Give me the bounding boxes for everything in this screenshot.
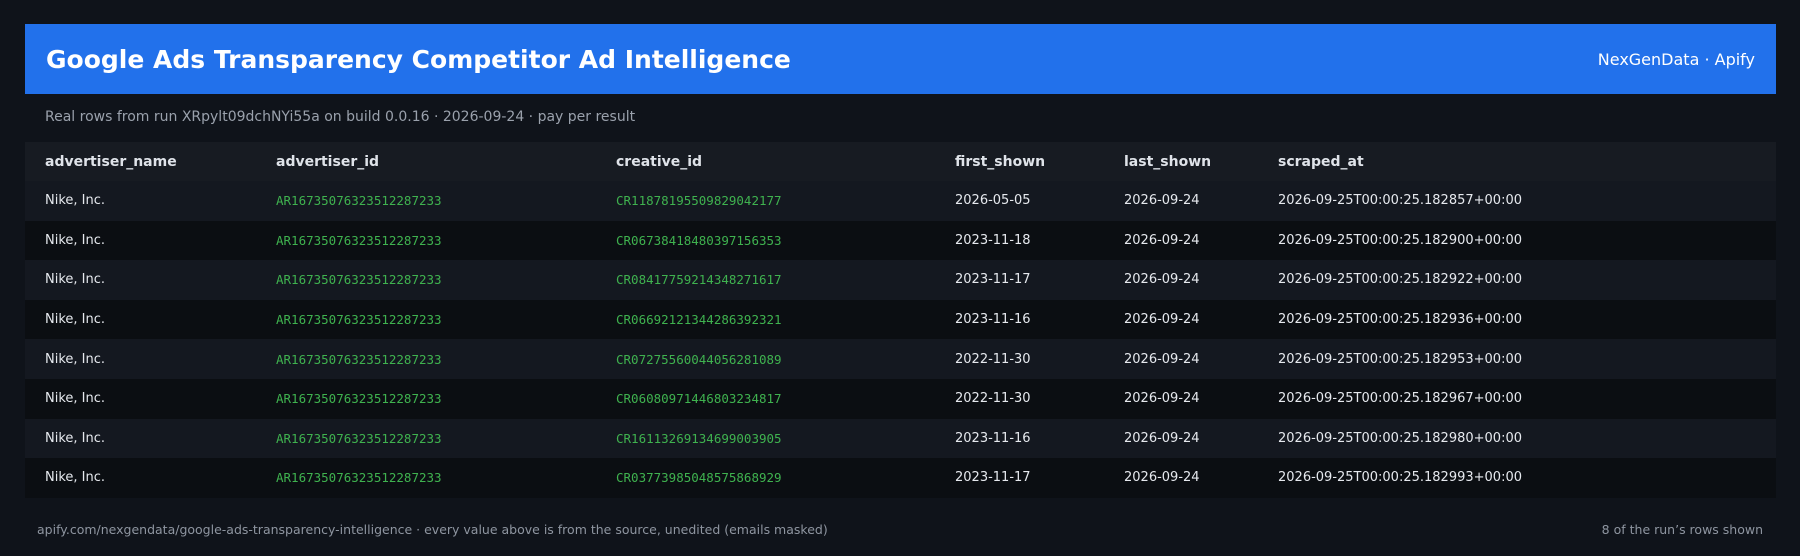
table-row[interactable]: Nike, Inc. AR16735076323512287233 CR118781… bbox=[25, 181, 1776, 221]
page-header: Google Ads Transparency Competitor Ad In… bbox=[25, 24, 1776, 94]
table-row[interactable]: Nike, Inc. AR16735076323512287233 CR067384… bbox=[25, 220, 1776, 261]
results-table: advertiser_name advertiser_id creative_i… bbox=[25, 142, 1776, 498]
advertiser-id-cell[interactable]: AR16735076323512287233 bbox=[276, 391, 442, 406]
advertiser-name-cell: Nike, Inc. bbox=[45, 232, 106, 248]
scraped-at-cell: 2026-09-25T00:00:25.182953+00:00 bbox=[1278, 351, 1522, 367]
creative-id-cell[interactable]: CR08417759214348271617 bbox=[616, 272, 782, 287]
scraped-at-cell: 2026-09-25T00:00:25.182967+00:00 bbox=[1278, 391, 1522, 407]
advertiser-id-cell[interactable]: AR16735076323512287233 bbox=[276, 233, 442, 248]
advertiser-id-cell[interactable]: AR16735076323512287233 bbox=[276, 193, 442, 208]
advertiser-name-cell: Nike, Inc. bbox=[45, 470, 106, 486]
column-header-advertiser-id[interactable]: advertiser_id bbox=[276, 154, 379, 170]
advertiser-id-cell[interactable]: AR16735076323512287233 bbox=[276, 431, 442, 446]
last-shown-cell: 2026-09-24 bbox=[1124, 470, 1200, 486]
scraped-at-cell: 2026-09-25T00:00:25.182993+00:00 bbox=[1278, 470, 1522, 486]
scraped-at-cell: 2026-09-25T00:00:25.182900+00:00 bbox=[1278, 232, 1522, 248]
advertiser-name-cell: Nike, Inc. bbox=[45, 430, 106, 446]
first-shown-cell: 2022-11-30 bbox=[955, 391, 1031, 407]
creative-id-cell[interactable]: CR06738418480397156353 bbox=[616, 233, 782, 248]
column-header-creative-id[interactable]: creative_id bbox=[616, 154, 702, 170]
advertiser-name-cell: Nike, Inc. bbox=[45, 193, 106, 209]
first-shown-cell: 2023-11-17 bbox=[955, 272, 1031, 288]
table-row[interactable]: Nike, Inc. AR16735076323512287233 CR084177… bbox=[25, 260, 1776, 300]
advertiser-id-cell[interactable]: AR16735076323512287233 bbox=[276, 470, 442, 485]
last-shown-cell: 2026-09-24 bbox=[1124, 430, 1200, 446]
advertiser-id-cell[interactable]: AR16735076323512287233 bbox=[276, 272, 442, 287]
last-shown-cell: 2026-09-24 bbox=[1124, 312, 1200, 328]
first-shown-cell: 2022-11-30 bbox=[955, 351, 1031, 367]
scraped-at-cell: 2026-09-25T00:00:25.182922+00:00 bbox=[1278, 272, 1522, 288]
last-shown-cell: 2026-09-24 bbox=[1124, 232, 1200, 248]
page-title: Google Ads Transparency Competitor Ad In… bbox=[46, 44, 791, 74]
advertiser-name-cell: Nike, Inc. bbox=[45, 351, 106, 367]
table-row[interactable]: Nike, Inc. AR16735076323512287233 CR037739… bbox=[25, 458, 1776, 498]
column-header-first-shown[interactable]: first_shown bbox=[955, 154, 1045, 170]
footer-row-count: 8 of the run’s rows shown bbox=[1601, 522, 1763, 537]
creative-id-cell[interactable]: CR06692121344286392321 bbox=[616, 312, 782, 327]
advertiser-name-cell: Nike, Inc. bbox=[45, 312, 106, 328]
brand-label: NexGenData · Apify bbox=[1597, 49, 1755, 69]
first-shown-cell: 2023-11-16 bbox=[955, 312, 1031, 328]
scraped-at-cell: 2026-09-25T00:00:25.182857+00:00 bbox=[1278, 193, 1522, 209]
last-shown-cell: 2026-09-24 bbox=[1124, 391, 1200, 407]
creative-id-cell[interactable]: CR03773985048575868929 bbox=[616, 470, 782, 485]
table-row[interactable]: Nike, Inc. AR16735076323512287233 CR066921… bbox=[25, 299, 1776, 340]
first-shown-cell: 2023-11-17 bbox=[955, 470, 1031, 486]
creative-id-cell[interactable]: CR06080971446803234817 bbox=[616, 391, 782, 406]
last-shown-cell: 2026-09-24 bbox=[1124, 193, 1200, 209]
advertiser-name-cell: Nike, Inc. bbox=[45, 391, 106, 407]
page-footer: apify.com/nexgendata/google-ads-transpar… bbox=[37, 522, 1763, 537]
last-shown-cell: 2026-09-24 bbox=[1124, 351, 1200, 367]
advertiser-name-cell: Nike, Inc. bbox=[45, 272, 106, 288]
creative-id-cell[interactable]: CR11878195509829042177 bbox=[616, 193, 782, 208]
footer-source-note: apify.com/nexgendata/google-ads-transpar… bbox=[37, 522, 828, 537]
column-header-advertiser-name[interactable]: advertiser_name bbox=[45, 154, 177, 170]
column-header-scraped-at[interactable]: scraped_at bbox=[1278, 154, 1364, 170]
first-shown-cell: 2023-11-16 bbox=[955, 430, 1031, 446]
scraped-at-cell: 2026-09-25T00:00:25.182936+00:00 bbox=[1278, 312, 1522, 328]
creative-id-cell[interactable]: CR07275560044056281089 bbox=[616, 352, 782, 367]
first-shown-cell: 2023-11-18 bbox=[955, 232, 1031, 248]
scraped-at-cell: 2026-09-25T00:00:25.182980+00:00 bbox=[1278, 430, 1522, 446]
table-header-row: advertiser_name advertiser_id creative_i… bbox=[25, 142, 1776, 181]
advertiser-id-cell[interactable]: AR16735076323512287233 bbox=[276, 352, 442, 367]
last-shown-cell: 2026-09-24 bbox=[1124, 272, 1200, 288]
table-row[interactable]: Nike, Inc. AR16735076323512287233 CR161132… bbox=[25, 418, 1776, 459]
run-info: Real rows from run XRpylt09dchNYi55a on … bbox=[45, 109, 636, 125]
column-header-last-shown[interactable]: last_shown bbox=[1124, 154, 1211, 170]
first-shown-cell: 2026-05-05 bbox=[955, 193, 1031, 209]
table-row[interactable]: Nike, Inc. AR16735076323512287233 CR072755… bbox=[25, 339, 1776, 379]
creative-id-cell[interactable]: CR16113269134699003905 bbox=[616, 431, 782, 446]
advertiser-id-cell[interactable]: AR16735076323512287233 bbox=[276, 312, 442, 327]
table-body: Nike, Inc. AR16735076323512287233 CR118781… bbox=[25, 181, 1776, 498]
table-row[interactable]: Nike, Inc. AR16735076323512287233 CR060809… bbox=[25, 378, 1776, 419]
